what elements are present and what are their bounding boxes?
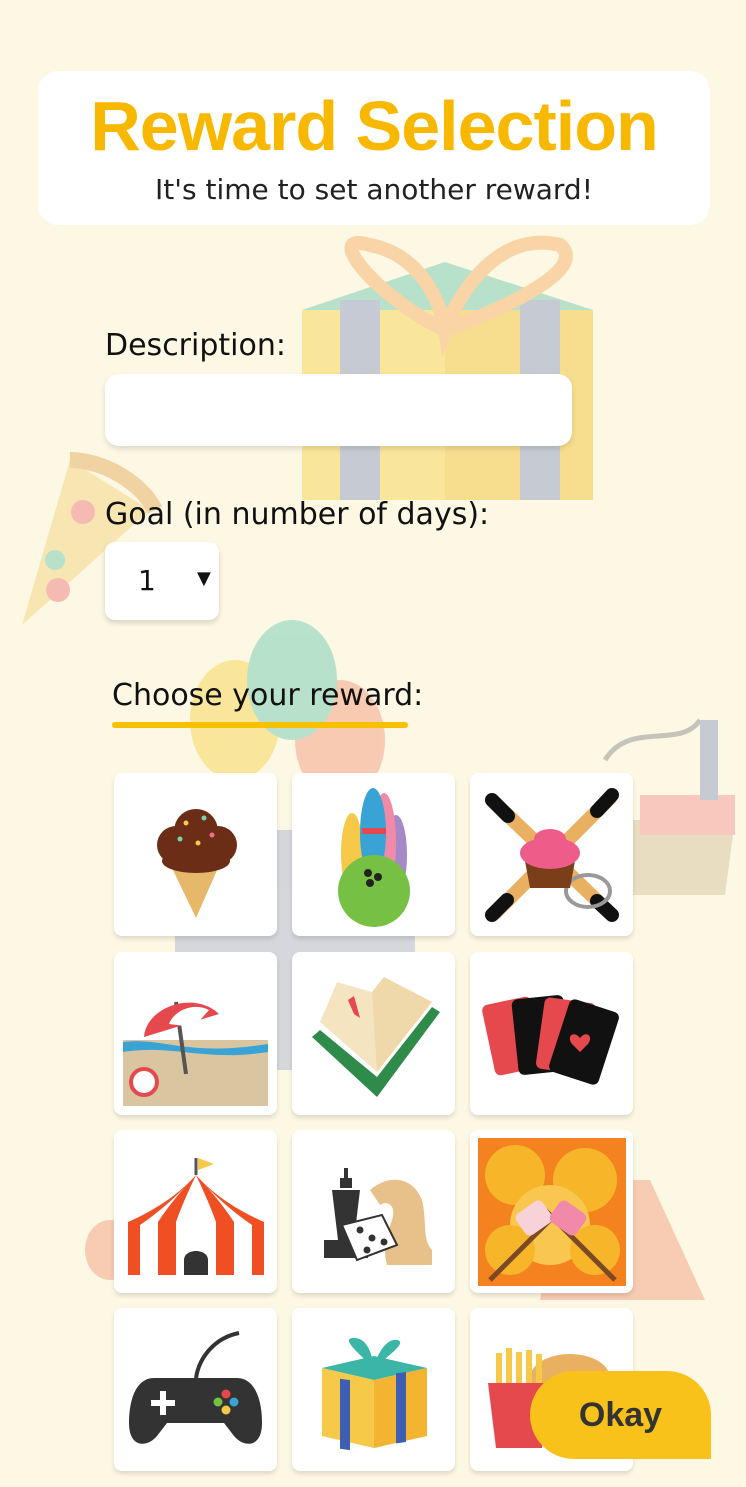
reward-tile-baking[interactable] bbox=[470, 773, 633, 936]
reward-tile-campfire[interactable] bbox=[470, 1130, 633, 1293]
gift-icon bbox=[322, 1338, 427, 1451]
baking-icon bbox=[485, 788, 619, 922]
reward-tile-board-games[interactable] bbox=[292, 1130, 455, 1293]
reward-tile-gift[interactable] bbox=[292, 1308, 455, 1471]
goal-label: Goal (in number of days): bbox=[105, 497, 490, 532]
campfire-marshmallow-icon bbox=[478, 1138, 626, 1286]
bowling-icon bbox=[338, 788, 410, 927]
reward-tile-playing-cards[interactable] bbox=[470, 952, 633, 1115]
chevron-down-icon: ▼ bbox=[197, 568, 211, 589]
reward-tile-bowling[interactable] bbox=[292, 773, 455, 936]
reward-tile-circus[interactable] bbox=[114, 1130, 277, 1293]
beach-icon bbox=[123, 1001, 268, 1106]
heading-underline bbox=[112, 722, 408, 728]
circus-tent-icon bbox=[128, 1158, 264, 1275]
ice-cream-icon bbox=[157, 809, 237, 918]
reward-tile-beach[interactable] bbox=[114, 952, 277, 1115]
goal-select-value: 1 bbox=[138, 564, 156, 597]
game-controller-icon bbox=[129, 1331, 262, 1444]
book-icon bbox=[312, 977, 440, 1097]
description-input[interactable] bbox=[105, 374, 572, 446]
page-title: Reward Selection bbox=[90, 87, 659, 165]
choose-reward-heading: Choose your reward: bbox=[112, 678, 424, 713]
reward-tile-video-games[interactable] bbox=[114, 1308, 277, 1471]
reward-tile-book[interactable] bbox=[292, 952, 455, 1115]
goal-select[interactable]: 1 ▼ bbox=[105, 542, 219, 620]
reward-tile-ice-cream[interactable] bbox=[114, 773, 277, 936]
okay-button[interactable]: Okay bbox=[530, 1371, 711, 1459]
playing-cards-icon bbox=[482, 995, 619, 1085]
header-card: Reward Selection It's time to set anothe… bbox=[38, 71, 710, 225]
board-games-icon bbox=[324, 1168, 432, 1265]
page-subtitle: It's time to set another reward! bbox=[155, 173, 593, 206]
description-label: Description: bbox=[105, 328, 286, 363]
